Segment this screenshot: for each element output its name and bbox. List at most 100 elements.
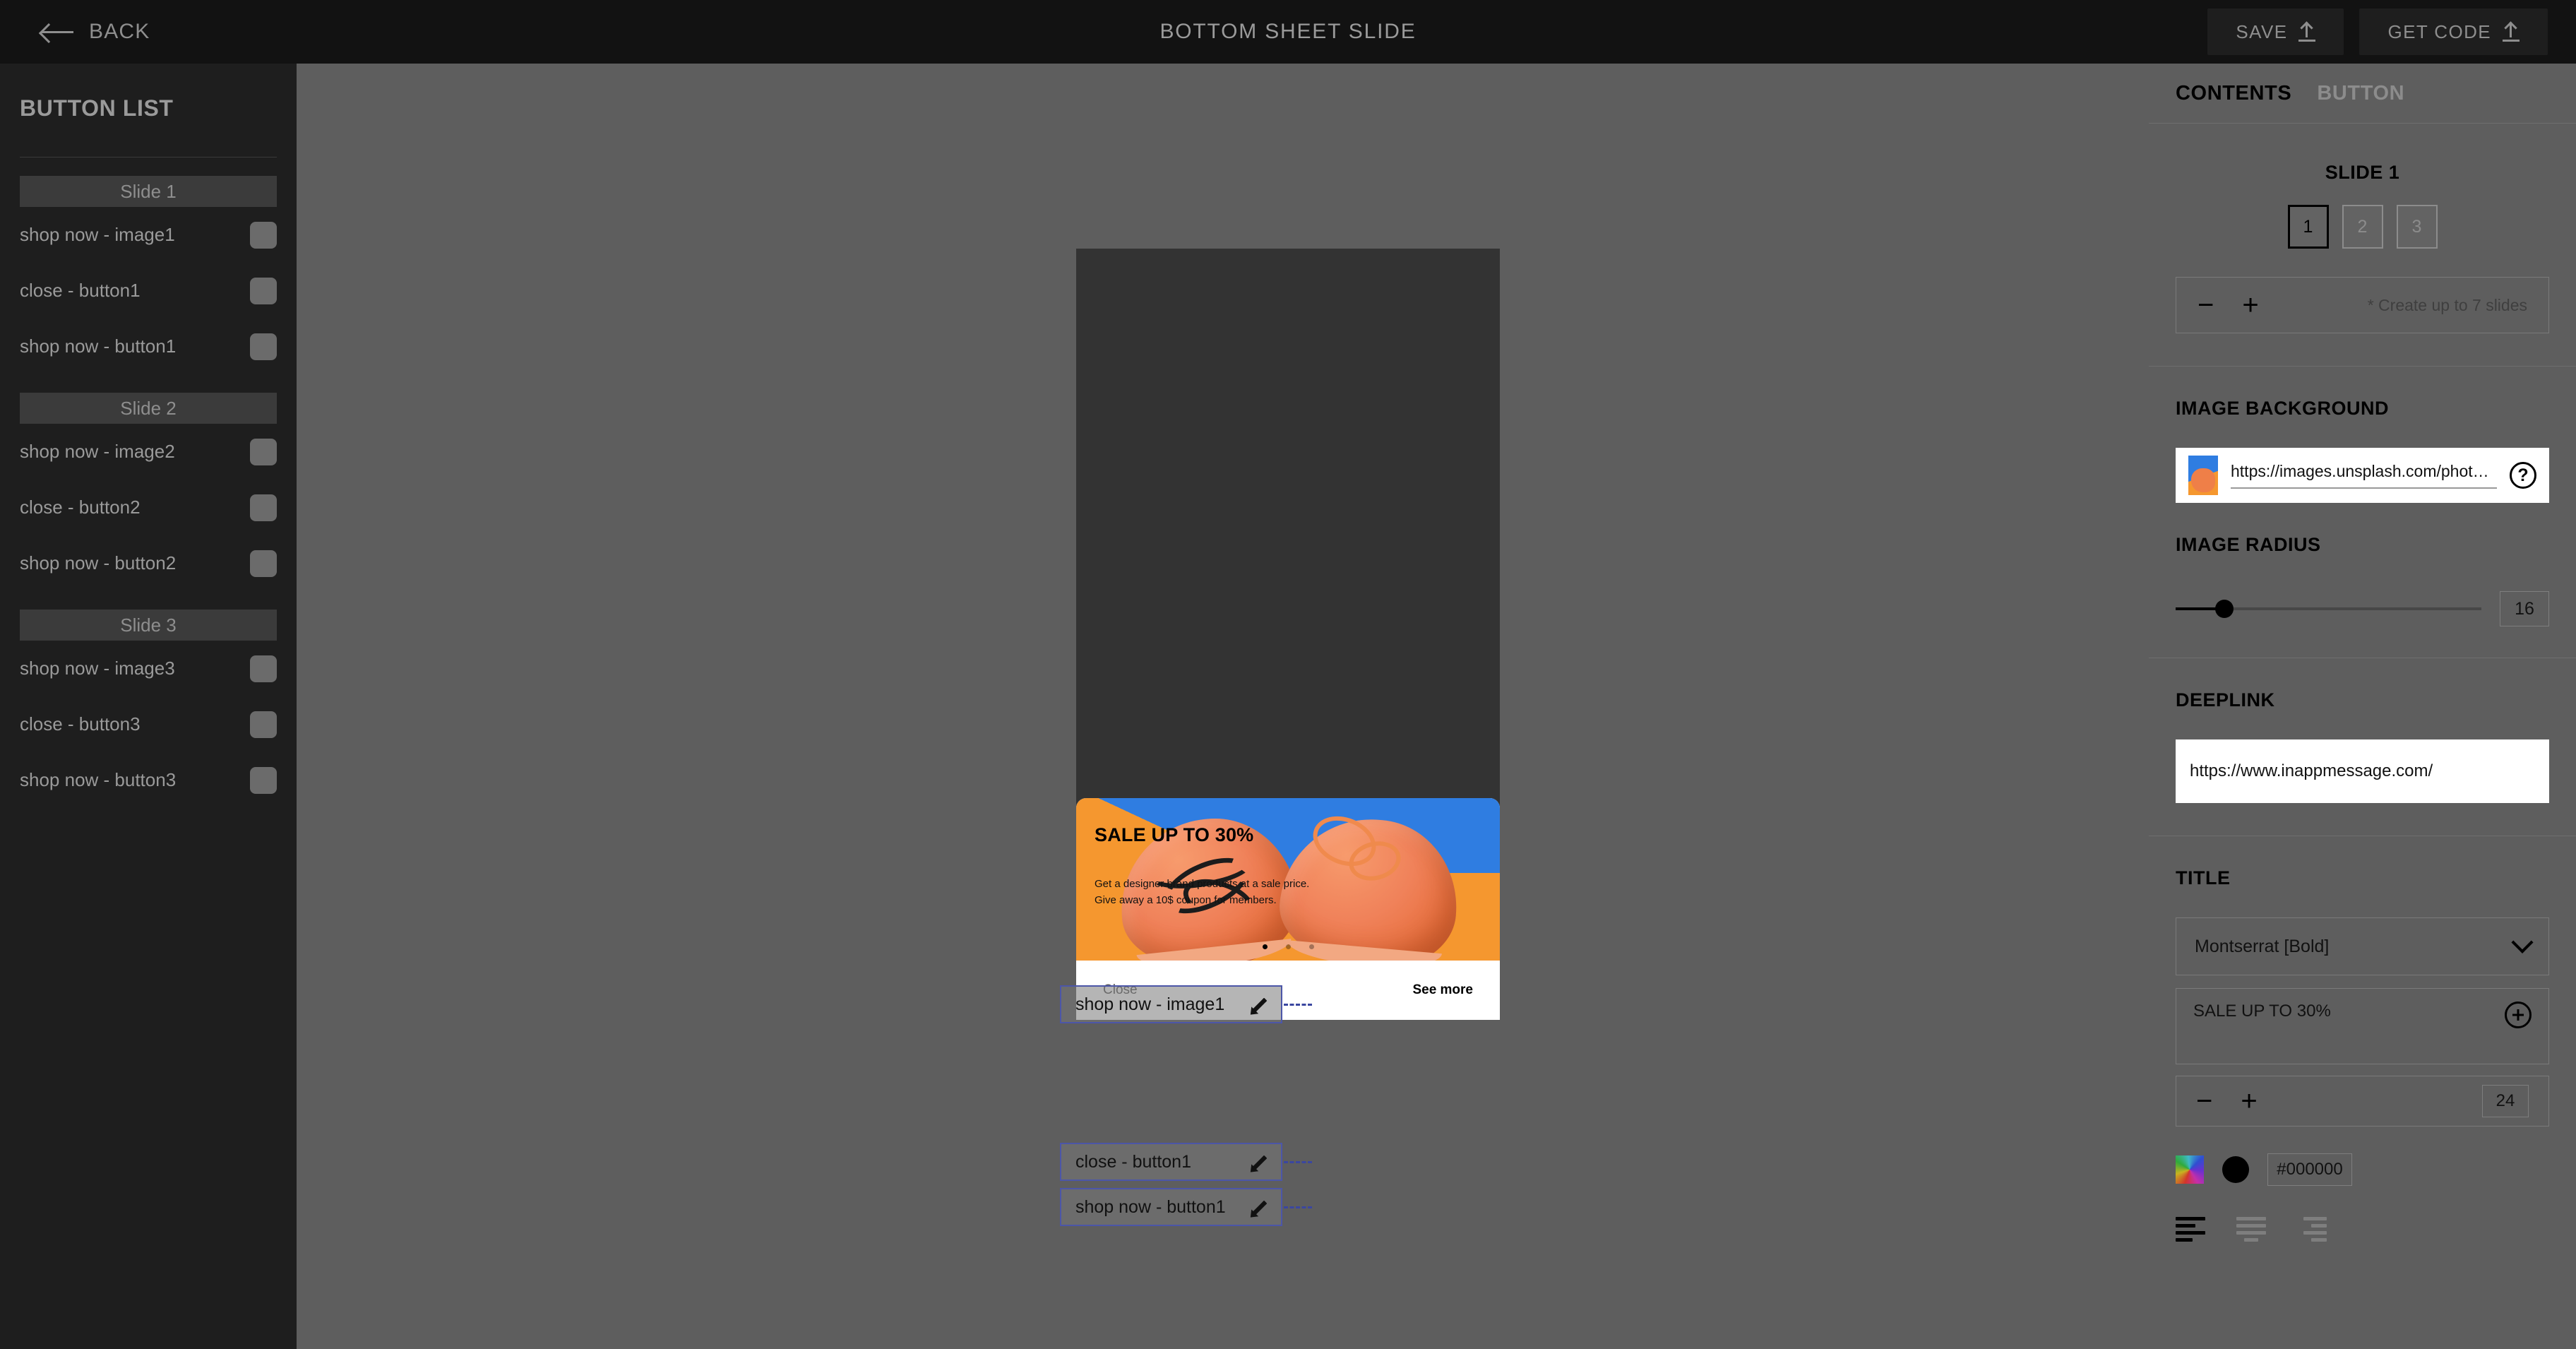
align-right-icon[interactable]: [2297, 1217, 2327, 1242]
align-left-icon[interactable]: [2176, 1217, 2205, 1242]
font-size-increment-button[interactable]: +: [2241, 1087, 2257, 1115]
toggle-switch[interactable]: [250, 221, 277, 249]
toggle-switch[interactable]: [250, 766, 277, 794]
slide-chip-3[interactable]: 3: [2396, 205, 2438, 249]
deeplink-section: DEEPLINK https://www.inappmessage.com/: [2149, 689, 2576, 836]
carousel-dot-3[interactable]: [1308, 944, 1314, 949]
sidebar-group-header-slide-1[interactable]: Slide 1: [20, 176, 277, 207]
callout-label: shop now - button1: [1075, 1196, 1226, 1217]
color-swatch[interactable]: [2222, 1156, 2249, 1183]
editor-canvas: SALE UP TO 30% Get a designer brand prod…: [297, 64, 2149, 1349]
font-size-value[interactable]: 24: [2482, 1085, 2529, 1117]
image-url-value[interactable]: https://images.unsplash.com/photo-…: [2231, 462, 2497, 489]
sidebar-item-shop-now-button2[interactable]: shop now - button2: [20, 535, 277, 591]
color-hex-value[interactable]: #000000: [2267, 1153, 2352, 1186]
toggle-switch[interactable]: [250, 277, 277, 304]
see-more-button[interactable]: See more: [1412, 982, 1473, 998]
sidebar-item-close-button1[interactable]: close - button1: [20, 263, 277, 319]
image-thumbnail-icon: [2188, 456, 2218, 495]
save-button[interactable]: SAVE: [2207, 8, 2344, 55]
toggle-switch[interactable]: [250, 711, 277, 738]
image-url-field[interactable]: https://images.unsplash.com/photo-… ?: [2176, 448, 2549, 503]
font-family-value: Montserrat [Bold]: [2195, 936, 2330, 956]
tab-button[interactable]: BUTTON: [2317, 82, 2404, 105]
sidebar-item-label: shop now - image1: [20, 224, 175, 245]
get-code-button[interactable]: GET CODE: [2359, 8, 2548, 55]
slider-thumb[interactable]: [2215, 600, 2234, 618]
sidebar-item-shop-now-image1[interactable]: shop now - image1: [20, 207, 277, 263]
title-text-input[interactable]: SALE UP TO 30%: [2176, 988, 2549, 1064]
image-radius-slider-row: 16: [2176, 591, 2549, 626]
question-mark-icon[interactable]: ?: [2510, 462, 2536, 489]
slide-decrement-button[interactable]: −: [2198, 291, 2214, 319]
carousel-dot-1[interactable]: [1262, 944, 1268, 949]
carousel-dot-2[interactable]: [1285, 944, 1291, 949]
pencil-icon[interactable]: [1247, 1197, 1267, 1217]
align-center-icon[interactable]: [2236, 1217, 2266, 1242]
sidebar-item-shop-now-button1[interactable]: shop now - button1: [20, 319, 277, 374]
callout-connector: [1284, 1004, 1312, 1006]
sidebar-item-close-button2[interactable]: close - button2: [20, 480, 277, 535]
toggle-switch[interactable]: [250, 655, 277, 682]
callout-connector: [1284, 1161, 1312, 1163]
font-family-select[interactable]: Montserrat [Bold]: [2176, 917, 2549, 975]
sidebar-item-label: shop now - image3: [20, 658, 175, 679]
toggle-switch[interactable]: [250, 494, 277, 521]
arrow-left-icon: [41, 20, 73, 43]
callout-label: shop now - image1: [1075, 994, 1225, 1014]
text-alignment-group: [2176, 1217, 2549, 1242]
sidebar-item-shop-now-image3[interactable]: shop now - image3: [20, 641, 277, 696]
image-radius-value[interactable]: 16: [2500, 591, 2549, 626]
sidebar-item-label: shop now - button3: [20, 769, 177, 790]
title-color-row: #000000: [2176, 1153, 2549, 1186]
chevron-down-icon: [2511, 931, 2534, 953]
font-size-decrement-button[interactable]: −: [2196, 1087, 2212, 1115]
pencil-icon[interactable]: [1247, 1152, 1267, 1172]
deeplink-input[interactable]: https://www.inappmessage.com/: [2176, 739, 2549, 803]
title-text-value: SALE UP TO 30%: [2193, 1002, 2331, 1021]
callout-shop-now-image1[interactable]: shop now - image1: [1060, 985, 1282, 1023]
sidebar-item-shop-now-button3[interactable]: shop now - button3: [20, 752, 277, 808]
sidebar-divider: [20, 157, 277, 158]
properties-panel: CONTENTS BUTTON SLIDE 1 1 2 3 − + * Crea…: [2149, 64, 2576, 1349]
image-radius-slider[interactable]: [2176, 600, 2481, 618]
deeplink-label: DEEPLINK: [2176, 689, 2275, 711]
sidebar-item-close-button3[interactable]: close - button3: [20, 696, 277, 752]
back-button[interactable]: BACK: [41, 20, 150, 44]
callout-close-button1[interactable]: close - button1: [1060, 1143, 1282, 1181]
toggle-switch[interactable]: [250, 438, 277, 465]
slide-chip-1[interactable]: 1: [2287, 205, 2329, 249]
callout-shop-now-button1[interactable]: shop now - button1: [1060, 1188, 1282, 1226]
sidebar-item-label: close - button2: [20, 497, 141, 518]
pencil-icon[interactable]: [1247, 994, 1267, 1014]
carousel-dots[interactable]: [1076, 944, 1500, 949]
topbar-actions: SAVE GET CODE: [2207, 0, 2548, 64]
slide-section: SLIDE 1 1 2 3 − + * Create up to 7 slide…: [2149, 162, 2576, 367]
sidebar-item-label: shop now - image2: [20, 441, 175, 462]
sidebar-item-shop-now-image2[interactable]: shop now - image2: [20, 424, 277, 480]
tab-contents[interactable]: CONTENTS: [2176, 82, 2291, 105]
slide-chip-group: 1 2 3: [2176, 205, 2549, 249]
slide-hint-text: * Create up to 7 slides: [2367, 295, 2527, 314]
sidebar-group-header-slide-3[interactable]: Slide 3: [20, 610, 277, 641]
color-wheel-icon[interactable]: [2176, 1155, 2204, 1184]
slide-chip-2[interactable]: 2: [2342, 205, 2383, 249]
bottom-sheet-image[interactable]: SALE UP TO 30% Get a designer brand prod…: [1076, 798, 1500, 961]
sidebar-item-label: close - button3: [20, 713, 141, 735]
sidebar-item-label: shop now - button1: [20, 335, 177, 357]
upload-icon: [2503, 21, 2520, 42]
upload-icon: [2298, 21, 2316, 42]
page-title: BOTTOM SHEET SLIDE: [1159, 20, 1417, 43]
slide-count-stepper: − + * Create up to 7 slides: [2176, 277, 2549, 333]
bottom-sheet-body: Get a designer brand products at a sale …: [1095, 878, 1310, 907]
toggle-switch[interactable]: [250, 549, 277, 577]
callout-label: close - button1: [1075, 1151, 1191, 1172]
sidebar-group-header-slide-2[interactable]: Slide 2: [20, 393, 277, 424]
bottom-sheet-title: SALE UP TO 30%: [1095, 824, 1254, 845]
sidebar: BUTTON LIST Slide 1 shop now - image1 cl…: [0, 64, 297, 1349]
plus-circle-icon[interactable]: [2505, 1002, 2532, 1028]
callout-connector: [1284, 1206, 1312, 1208]
image-background-section: IMAGE BACKGROUND https://images.unsplash…: [2149, 398, 2576, 658]
toggle-switch[interactable]: [250, 333, 277, 360]
slide-increment-button[interactable]: +: [2242, 291, 2258, 319]
